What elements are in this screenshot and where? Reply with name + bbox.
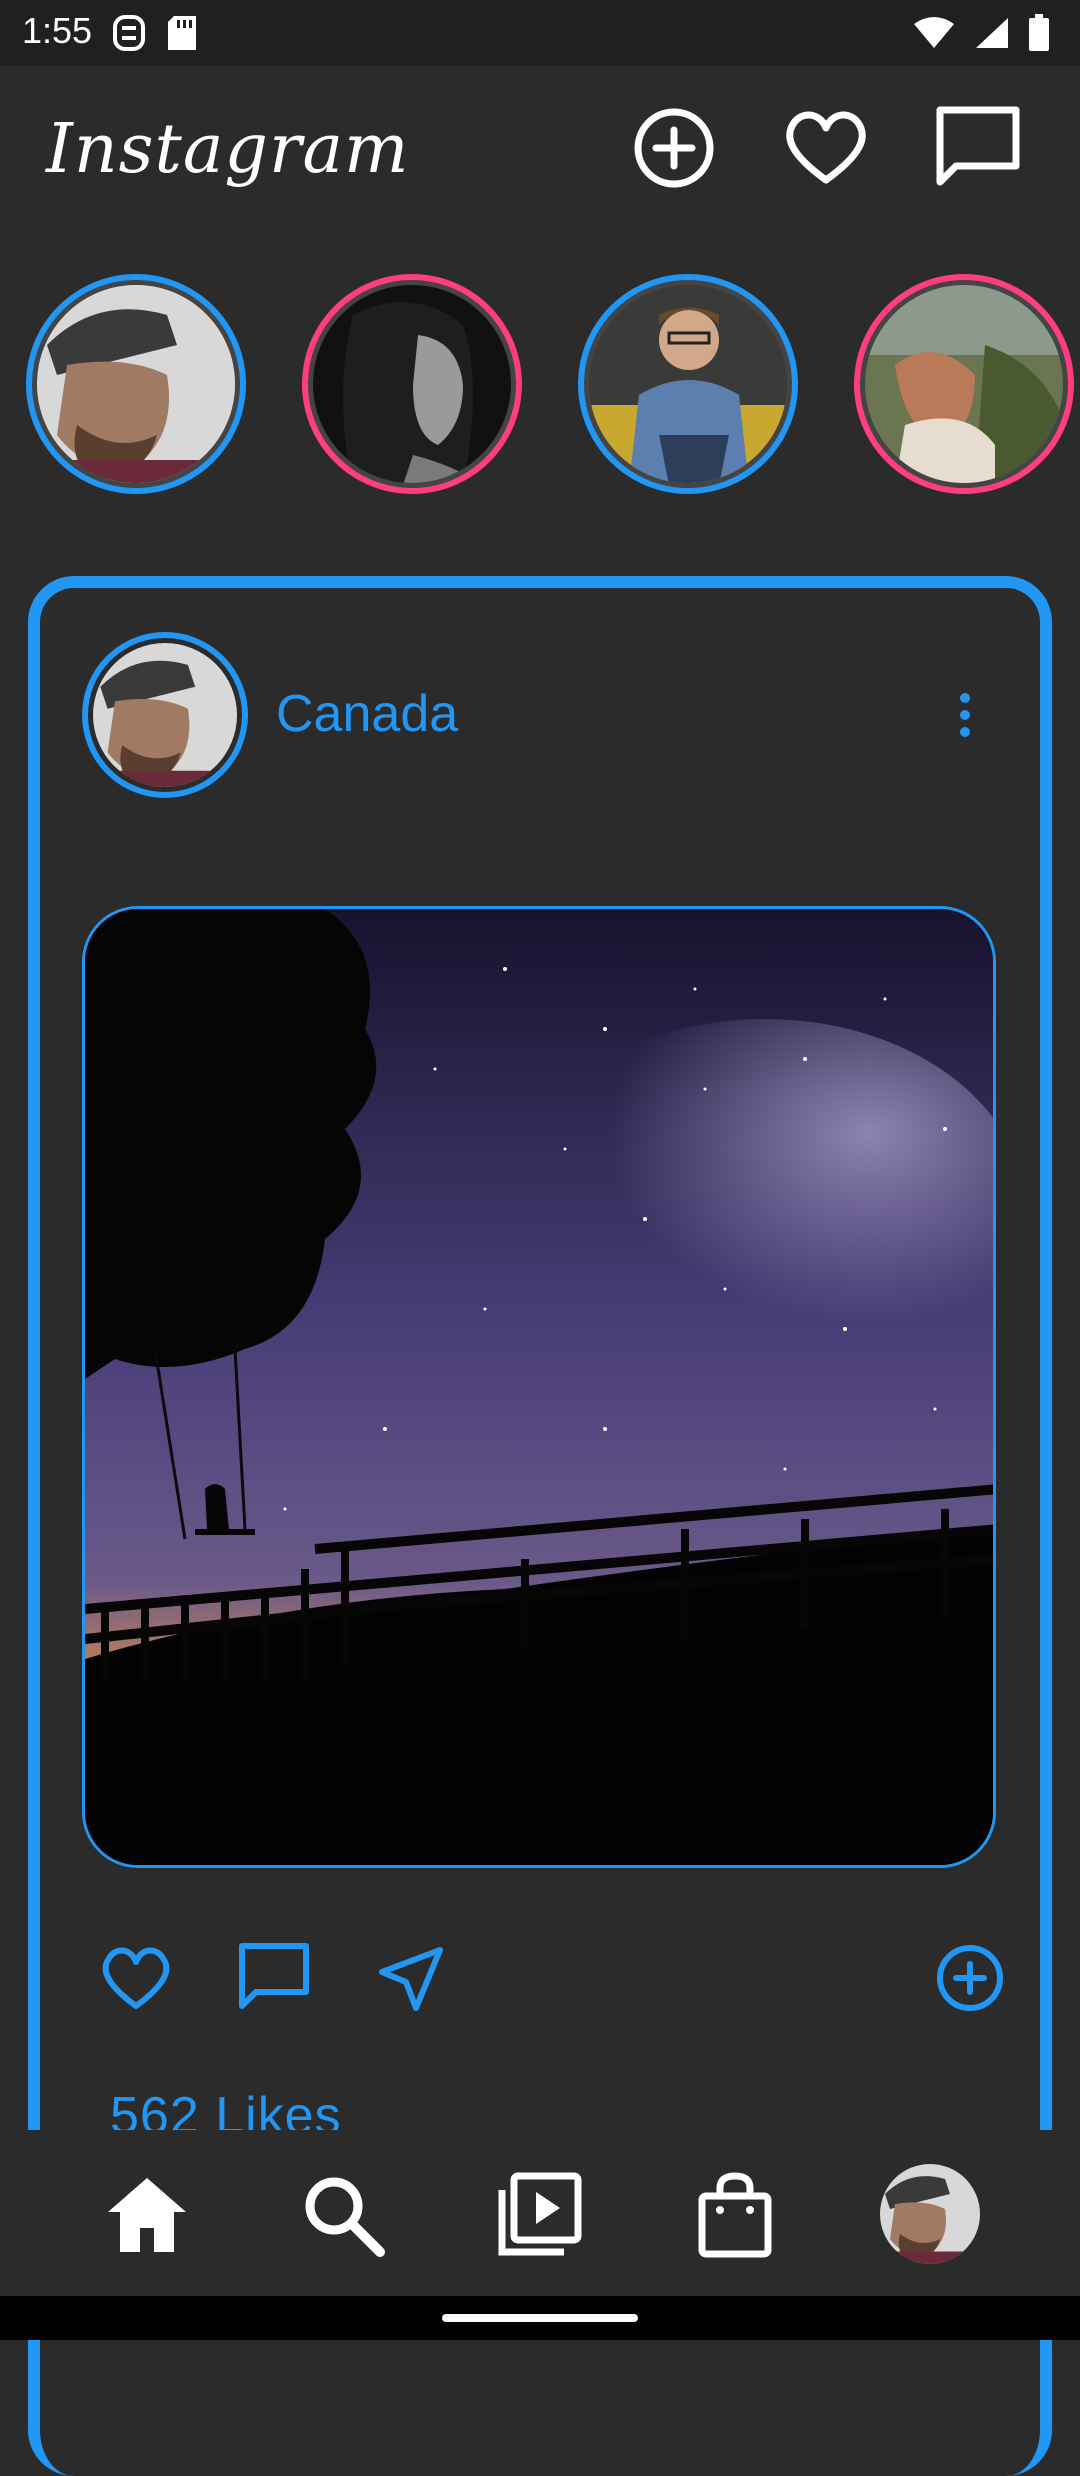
- comment-icon[interactable]: [236, 1940, 312, 2016]
- more-options-icon[interactable]: [950, 690, 980, 740]
- profile-avatar[interactable]: [880, 2164, 980, 2264]
- post-author-avatar-image: [93, 643, 237, 787]
- wifi-icon: [914, 17, 954, 48]
- like-icon[interactable]: [98, 1940, 174, 2016]
- story-4-avatar: [865, 285, 1063, 483]
- story-3-avatar: [589, 285, 787, 483]
- sync-icon: [113, 15, 145, 51]
- battery-icon: [1029, 14, 1049, 51]
- profile-avatar-image: [880, 2164, 980, 2264]
- search-icon[interactable]: [298, 2170, 388, 2260]
- stories-row: [0, 274, 1080, 496]
- add-post-icon[interactable]: [628, 102, 720, 194]
- post-image[interactable]: [82, 906, 996, 1868]
- story-3[interactable]: [578, 274, 798, 494]
- story-1[interactable]: [26, 274, 246, 494]
- bottom-nav: [0, 2130, 1080, 2296]
- sd-card-icon: [168, 16, 196, 50]
- post-username[interactable]: Canada: [276, 684, 458, 744]
- status-left-icons: [112, 14, 198, 52]
- shop-icon[interactable]: [690, 2170, 780, 2260]
- story-1-avatar: [37, 285, 235, 483]
- gesture-handle[interactable]: [442, 2314, 638, 2322]
- status-bar: 1:55: [0, 0, 1080, 66]
- gesture-area: [0, 2296, 1080, 2340]
- story-2-avatar: [313, 285, 511, 483]
- signal-icon: [976, 18, 1008, 48]
- story-4[interactable]: [854, 274, 1074, 494]
- add-icon[interactable]: [932, 1940, 1008, 2016]
- status-time: 1:55: [22, 10, 93, 51]
- status-right-icons: [912, 14, 1050, 52]
- heart-icon[interactable]: [780, 102, 872, 194]
- messages-icon[interactable]: [932, 102, 1024, 194]
- share-icon[interactable]: [374, 1940, 450, 2016]
- post-photo-night-sky: [85, 909, 993, 1865]
- reels-icon[interactable]: [494, 2170, 584, 2260]
- home-icon[interactable]: [102, 2170, 192, 2260]
- post-author-avatar[interactable]: [82, 632, 248, 798]
- app-header: Instagram: [0, 66, 1080, 266]
- instagram-logo[interactable]: Instagram: [46, 110, 409, 189]
- story-2[interactable]: [302, 274, 522, 494]
